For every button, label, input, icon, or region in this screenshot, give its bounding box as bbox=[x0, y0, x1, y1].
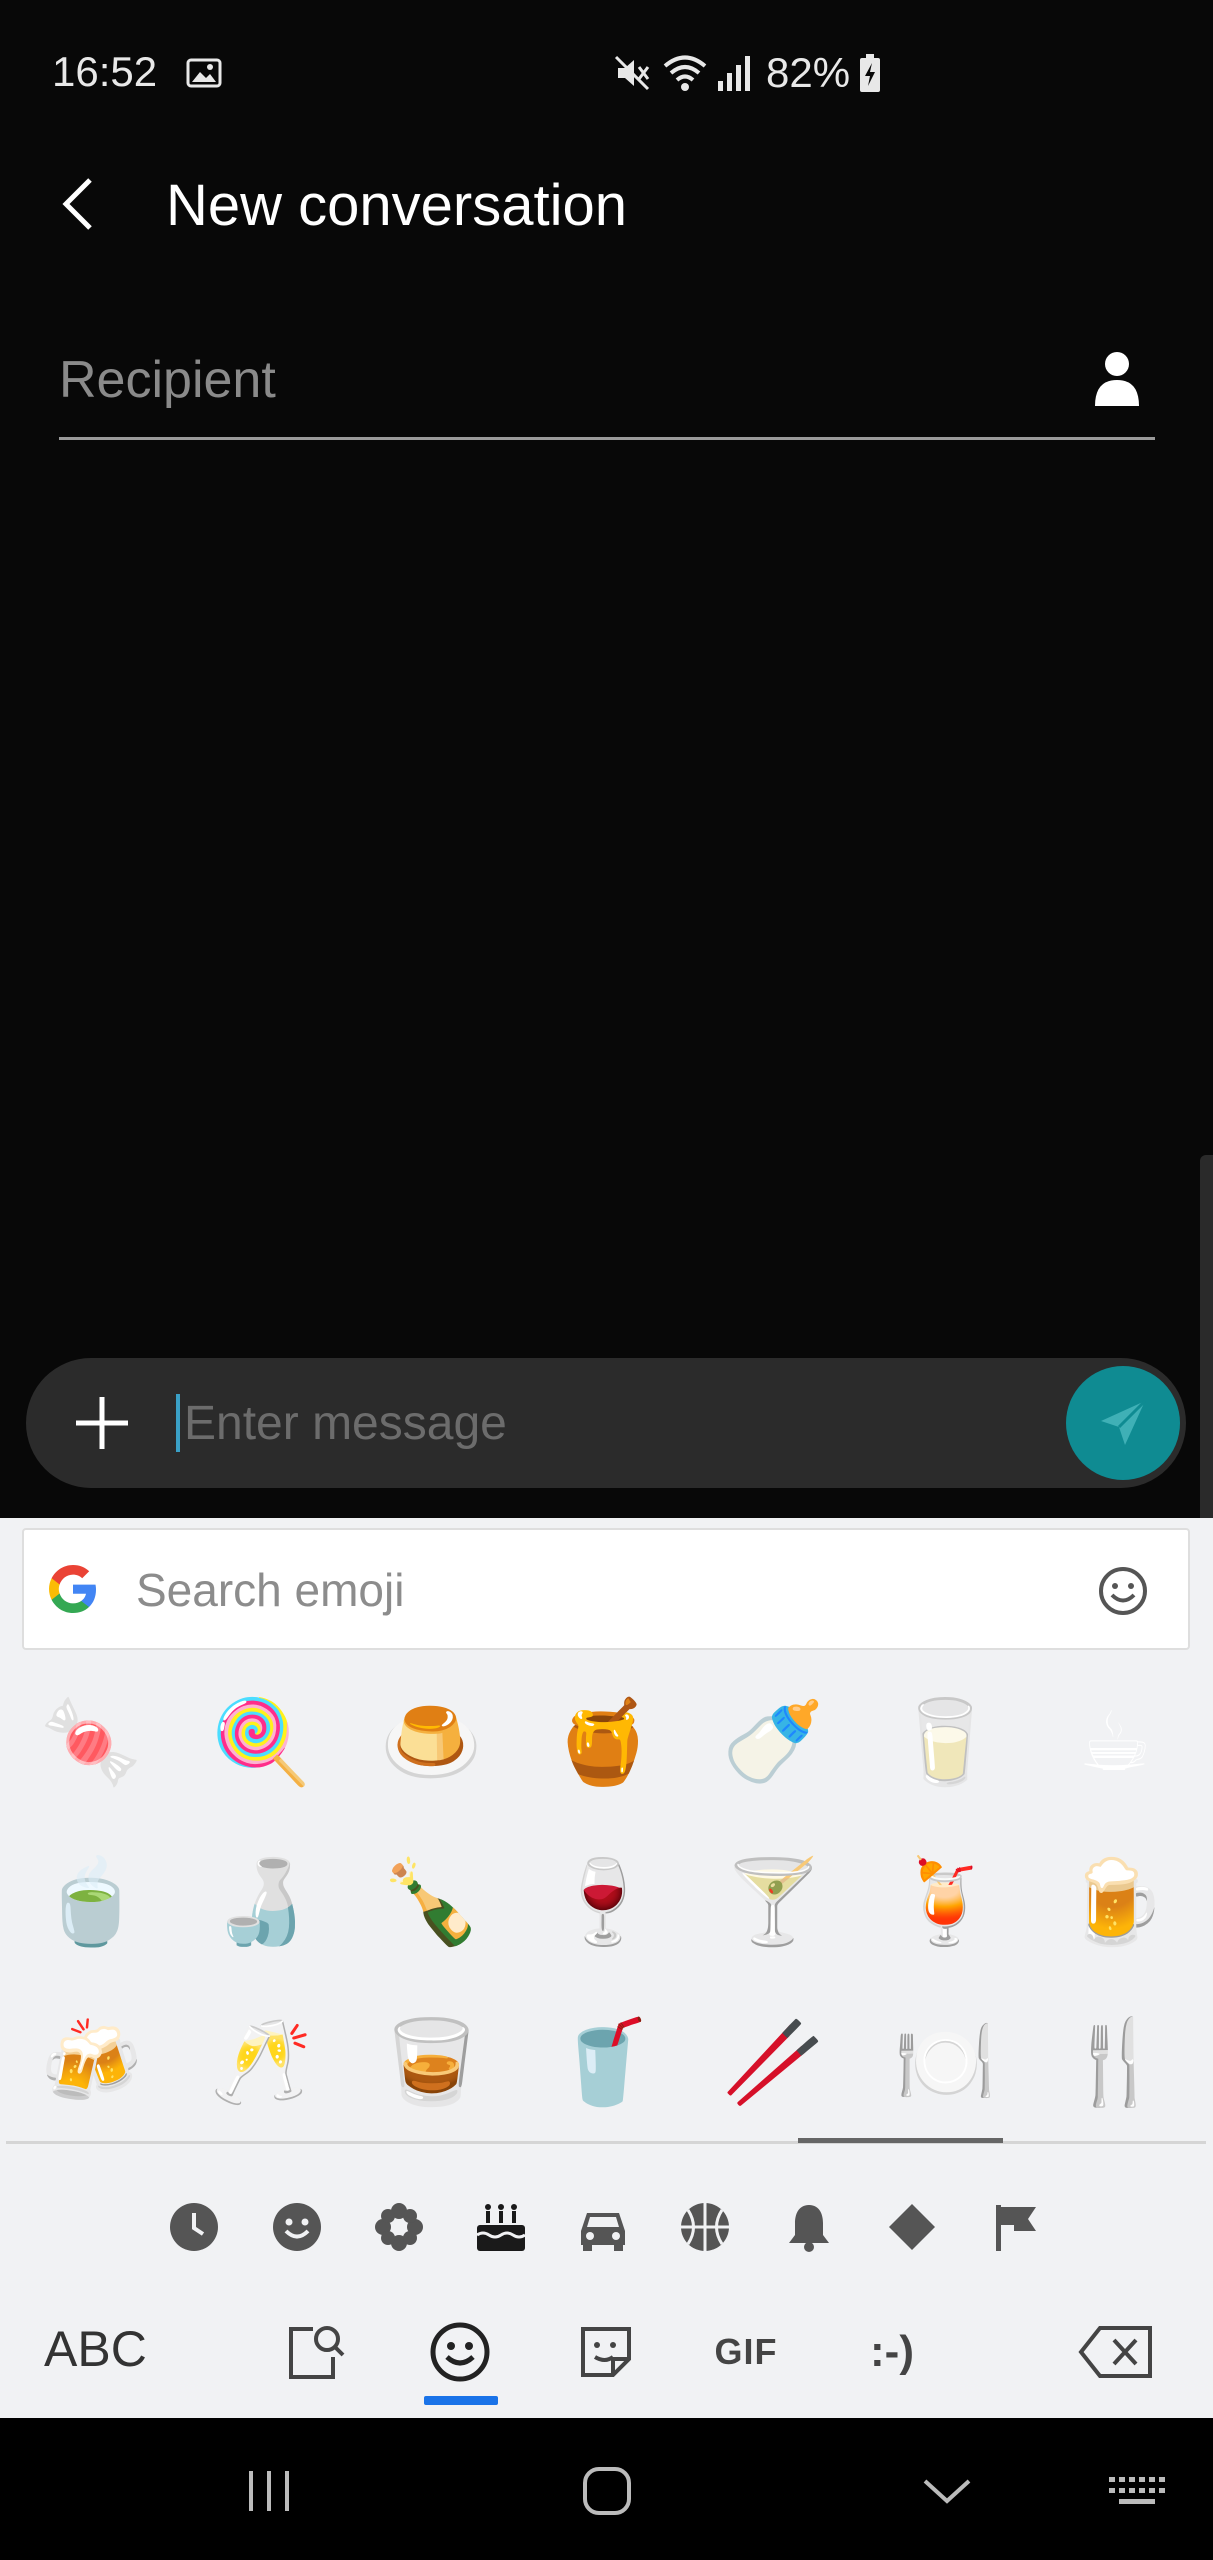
status-time: 16:52 bbox=[52, 48, 158, 95]
emoji-glass-of-milk[interactable]: 🥛 bbox=[860, 1678, 1030, 1808]
emoji-sake[interactable]: 🍶 bbox=[176, 1838, 346, 1968]
emoji-cocktail-glass[interactable]: 🍸 bbox=[688, 1838, 858, 1968]
recents-button[interactable] bbox=[234, 2456, 304, 2526]
emoji-search-field[interactable]: Search emoji bbox=[22, 1528, 1190, 1650]
gif-label: GIF bbox=[714, 2331, 778, 2372]
page-title: New conversation bbox=[166, 173, 627, 238]
emoji-custard[interactable]: 🍮 bbox=[346, 1678, 516, 1808]
activity-icon[interactable] bbox=[676, 2198, 734, 2256]
message-placeholder: Enter message bbox=[184, 1396, 507, 1450]
message-input[interactable]: Enter message bbox=[176, 1378, 1056, 1468]
emoji-clinking-glasses[interactable]: 🥂 bbox=[176, 1998, 346, 2128]
back-arrow-icon bbox=[62, 178, 92, 230]
recipient-field[interactable]: Recipient bbox=[59, 330, 1155, 440]
nature-icon[interactable] bbox=[370, 2198, 428, 2256]
emoji-champagne-bottle[interactable]: 🍾 bbox=[346, 1838, 516, 1968]
home-button[interactable] bbox=[572, 2456, 642, 2526]
wifi-icon bbox=[662, 53, 708, 93]
emoji-beer-mug[interactable]: 🍺 bbox=[1030, 1838, 1200, 1968]
emoji-keyboard: Search emoji 🍬 🍭 🍮 🍯 🍼 🥛 ☕ 🍵 🍶 🍾 🍷 🍸 🍹 🍺… bbox=[0, 1518, 1213, 2418]
signal-icon bbox=[716, 53, 752, 93]
home-icon bbox=[583, 2467, 631, 2515]
emoji-fork-knife-plate[interactable]: 🍽️ bbox=[860, 1998, 1030, 2128]
keyboard-icon bbox=[1109, 2477, 1165, 2504]
hide-keyboard-icon bbox=[923, 2479, 971, 2504]
keyboard-switch-button[interactable] bbox=[1102, 2456, 1172, 2526]
sticker-button[interactable] bbox=[566, 2312, 646, 2392]
abc-key[interactable]: ABC bbox=[44, 2320, 147, 2378]
emoji-chopsticks[interactable]: 🥢 bbox=[688, 1998, 858, 2128]
emoji-teacup[interactable]: 🍵 bbox=[6, 1838, 176, 1968]
compose-bar: Enter message bbox=[26, 1358, 1186, 1488]
emoji-tab-button[interactable] bbox=[420, 2312, 500, 2392]
emoji-row: 🍬 🍭 🍮 🍯 🍼 🥛 ☕ bbox=[0, 1678, 1213, 1808]
clipboard-search-button[interactable] bbox=[276, 2312, 356, 2392]
active-tab-indicator bbox=[424, 2396, 498, 2405]
keyboard-bottom-row: ABC GIF :-) bbox=[0, 2286, 1213, 2416]
emoji-hot-beverage[interactable]: ☕ bbox=[1030, 1678, 1200, 1808]
image-notification-icon bbox=[186, 58, 222, 88]
gif-button[interactable]: GIF bbox=[706, 2312, 786, 2392]
emoji-tab-icon bbox=[430, 2322, 490, 2382]
emoji-candy[interactable]: 🍬 bbox=[6, 1678, 176, 1808]
send-icon bbox=[1101, 1399, 1147, 1445]
attach-button[interactable] bbox=[70, 1391, 134, 1455]
emoji-row: 🍻 🥂 🥃 🥤 🥢 🍽️ 🍴 bbox=[0, 1998, 1213, 2128]
emoji-category-bar bbox=[0, 2178, 1213, 2278]
emoji-cup-with-straw[interactable]: 🥤 bbox=[518, 1998, 688, 2128]
emoticon-button[interactable]: :-) bbox=[852, 2312, 932, 2392]
google-logo-icon bbox=[44, 1560, 102, 1618]
emoji-fork-and-knife[interactable]: 🍴 bbox=[1030, 1998, 1200, 2128]
contact-icon[interactable] bbox=[1093, 350, 1141, 408]
travel-icon[interactable] bbox=[574, 2198, 632, 2256]
backspace-button[interactable] bbox=[1076, 2312, 1156, 2392]
status-bar: 16:52 82% bbox=[0, 0, 1213, 150]
emoji-clinking-beer-mugs[interactable]: 🍻 bbox=[6, 1998, 176, 2128]
backspace-icon bbox=[1078, 2326, 1152, 2378]
clipboard-search-icon bbox=[289, 2326, 345, 2379]
text-cursor bbox=[176, 1394, 180, 1452]
recipient-placeholder: Recipient bbox=[59, 351, 276, 409]
smileys-icon[interactable] bbox=[268, 2198, 326, 2256]
emoji-honey-pot[interactable]: 🍯 bbox=[518, 1678, 688, 1808]
flags-icon[interactable] bbox=[987, 2198, 1045, 2256]
emoji-baby-bottle[interactable]: 🍼 bbox=[688, 1678, 858, 1808]
emoji-tumbler-glass[interactable]: 🥃 bbox=[346, 1998, 516, 2128]
emoji-wine-glass[interactable]: 🍷 bbox=[518, 1838, 688, 1968]
hide-keyboard-button[interactable] bbox=[912, 2456, 982, 2526]
emoji-row: 🍵 🍶 🍾 🍷 🍸 🍹 🍺 bbox=[0, 1838, 1213, 1968]
navigation-bar bbox=[0, 2418, 1213, 2560]
emoji-scroll-indicator bbox=[798, 2138, 1003, 2143]
mute-icon bbox=[612, 53, 652, 93]
symbols-icon[interactable] bbox=[883, 2198, 941, 2256]
emoji-lollipop[interactable]: 🍭 bbox=[176, 1678, 346, 1808]
battery-percent: 82% bbox=[766, 49, 851, 96]
objects-icon[interactable] bbox=[780, 2198, 838, 2256]
status-icons: 82% bbox=[612, 49, 882, 96]
plus-icon bbox=[76, 1397, 128, 1449]
food-icon[interactable] bbox=[472, 2198, 530, 2256]
battery-icon bbox=[858, 53, 882, 93]
back-button[interactable] bbox=[44, 168, 116, 240]
emoji-search-placeholder: Search emoji bbox=[136, 1564, 405, 1616]
emoji-scroll-track bbox=[6, 2141, 1206, 2144]
sticker-icon bbox=[581, 2327, 631, 2377]
recent-icon[interactable] bbox=[165, 2198, 223, 2256]
emoticon-label: :-) bbox=[870, 2327, 914, 2376]
recents-icon bbox=[249, 2471, 289, 2511]
emoji-tropical-drink[interactable]: 🍹 bbox=[860, 1838, 1030, 1968]
send-button[interactable] bbox=[1066, 1366, 1180, 1480]
emoji-kitchen-icon[interactable] bbox=[1096, 1564, 1150, 1618]
